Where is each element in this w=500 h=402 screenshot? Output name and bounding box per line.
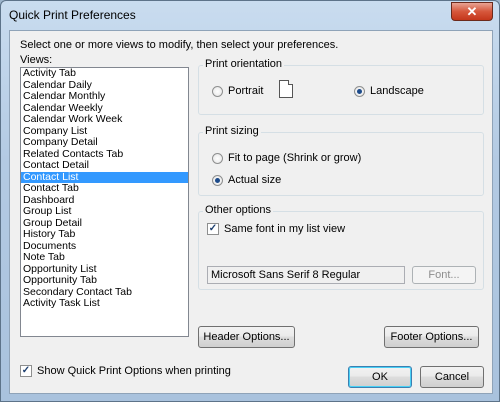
list-item[interactable]: Activity Tab [21,68,188,80]
actual-size-radio[interactable]: Actual size [212,174,281,186]
other-options-label: Other options [203,204,274,216]
list-item[interactable]: Note Tab [21,251,188,264]
same-font-checkbox[interactable]: ✓ Same font in my list view [207,223,345,235]
dialog-window: Quick Print Preferences ✕ Select one or … [0,0,500,402]
list-item[interactable]: Company Detail [21,136,188,149]
font-name-field: Microsoft Sans Serif 8 Regular [207,266,405,284]
fit-to-page-radio-button[interactable] [212,152,223,164]
list-item[interactable]: Opportunity Tab [21,274,188,287]
list-item[interactable]: Contact Detail [21,159,188,172]
list-item[interactable]: Activity Task List [21,297,188,310]
list-item[interactable]: Calendar Monthly [21,90,188,103]
title-bar[interactable]: Quick Print Preferences ✕ [1,1,499,29]
landscape-label: Landscape [370,85,424,97]
list-item[interactable]: Contact Tab [21,182,188,195]
header-options-button[interactable]: Header Options... [198,326,295,348]
window-title: Quick Print Preferences [9,8,136,22]
views-label: Views: [20,54,53,66]
print-sizing-group: Print sizing Fit to page (Shrink or grow… [198,125,484,196]
list-item[interactable]: Calendar Work Week [21,113,188,126]
portrait-radio[interactable]: Portrait [212,85,263,97]
same-font-check-icon[interactable]: ✓ [207,223,219,235]
font-button[interactable]: Font... [412,266,476,284]
instruction-text: Select one or more views to modify, then… [20,39,339,51]
portrait-label: Portrait [228,85,264,97]
print-orientation-label: Print orientation [203,58,285,70]
show-quick-print-label: Show Quick Print Options when printing [37,365,231,377]
dialog-body: Select one or more views to modify, then… [9,30,493,394]
cancel-button[interactable]: Cancel [420,366,484,388]
list-item[interactable]: Group List [21,205,188,218]
other-options-group: Other options ✓ Same font in my list vie… [198,204,484,290]
close-button[interactable]: ✕ [451,2,493,21]
close-icon: ✕ [466,4,478,19]
landscape-radio-button[interactable] [354,85,365,97]
page-icon [279,80,293,98]
fit-to-page-radio[interactable]: Fit to page (Shrink or grow) [212,152,361,164]
actual-size-label: Actual size [228,174,282,186]
fit-to-page-label: Fit to page (Shrink or grow) [228,152,362,164]
show-quick-print-checkbox[interactable]: ✓ Show Quick Print Options when printing [20,365,231,377]
print-orientation-group: Print orientation Portrait Landscape [198,58,484,115]
show-quick-print-check-icon[interactable]: ✓ [20,365,32,377]
landscape-radio[interactable]: Landscape [354,85,424,97]
portrait-radio-button[interactable] [212,85,223,97]
same-font-label: Same font in my list view [224,223,346,235]
views-listbox[interactable]: Activity Tab Calendar Daily Calendar Month… [20,67,189,337]
ok-button[interactable]: OK [348,366,412,388]
footer-options-button[interactable]: Footer Options... [384,326,479,348]
actual-size-radio-button[interactable] [212,174,223,186]
list-item[interactable]: History Tab [21,228,188,241]
print-sizing-label: Print sizing [203,125,261,137]
